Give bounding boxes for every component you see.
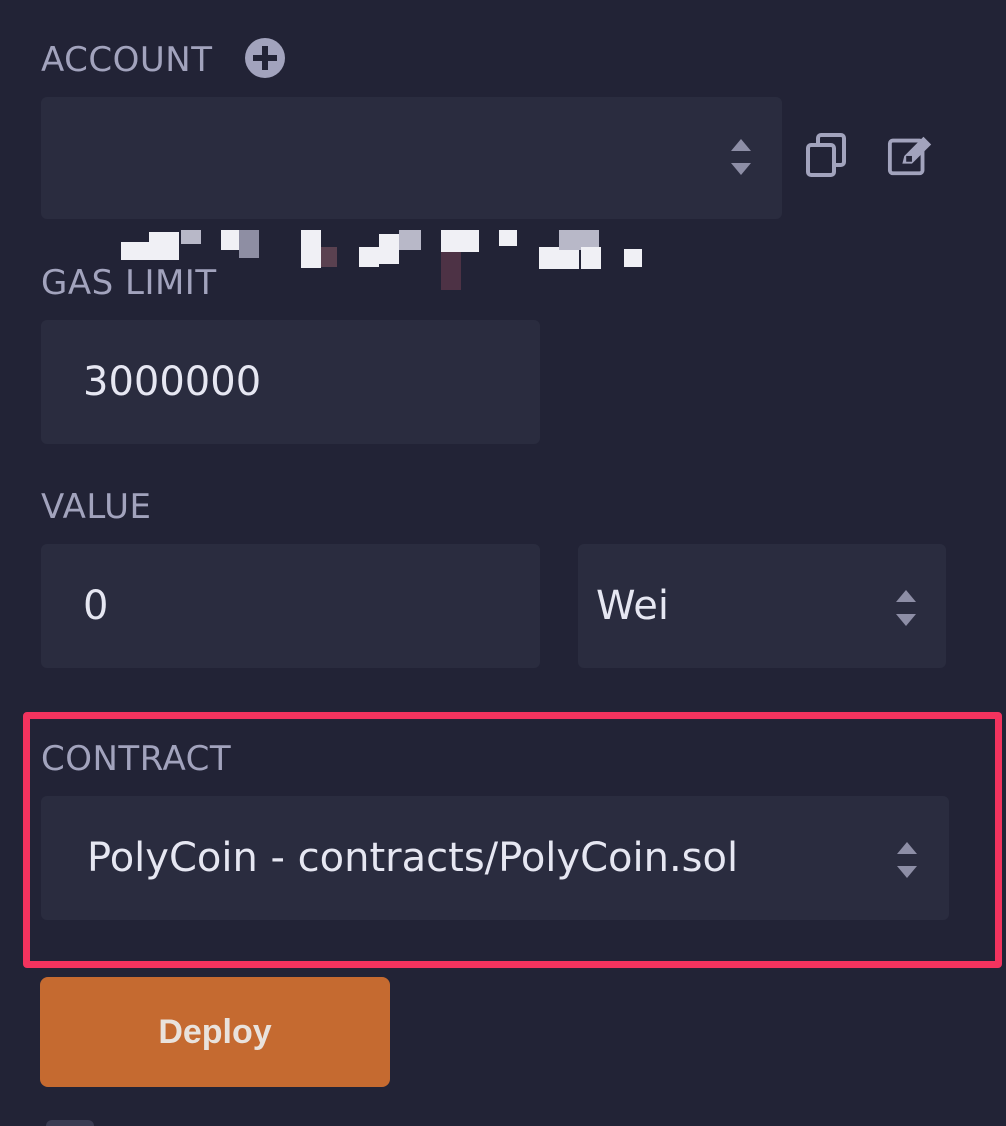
chevron-updown-icon xyxy=(896,590,916,626)
deploy-button[interactable]: Deploy xyxy=(40,977,390,1087)
contract-select[interactable]: PolyCoin - contracts/PolyCoin.sol xyxy=(41,796,949,920)
contract-selected: PolyCoin - contracts/PolyCoin.sol xyxy=(87,835,739,881)
plus-circle-icon[interactable] xyxy=(242,35,288,81)
deploy-panel: ACCOUNT GAS LIMIT 3000000 VALUE 0 Wei CO… xyxy=(0,0,1006,1126)
account-select[interactable] xyxy=(41,97,782,290)
contract-label: CONTRACT xyxy=(41,739,232,779)
gas-limit-value: 3000000 xyxy=(83,359,262,405)
value-label: VALUE xyxy=(41,487,152,527)
checkbox-partial[interactable] xyxy=(46,1120,94,1126)
chevron-updown-icon xyxy=(731,139,751,175)
copy-icon[interactable] xyxy=(802,131,850,179)
chevron-updown-icon xyxy=(897,842,917,878)
gas-limit-input[interactable]: 3000000 xyxy=(41,320,540,444)
edit-icon[interactable] xyxy=(887,131,935,179)
unit-selected: Wei xyxy=(596,583,669,629)
value-input[interactable]: 0 xyxy=(41,544,540,668)
unit-select[interactable]: Wei xyxy=(578,544,946,668)
gas-limit-label: GAS LIMIT xyxy=(41,263,217,303)
value-amount: 0 xyxy=(83,583,109,629)
account-label: ACCOUNT xyxy=(41,40,213,80)
